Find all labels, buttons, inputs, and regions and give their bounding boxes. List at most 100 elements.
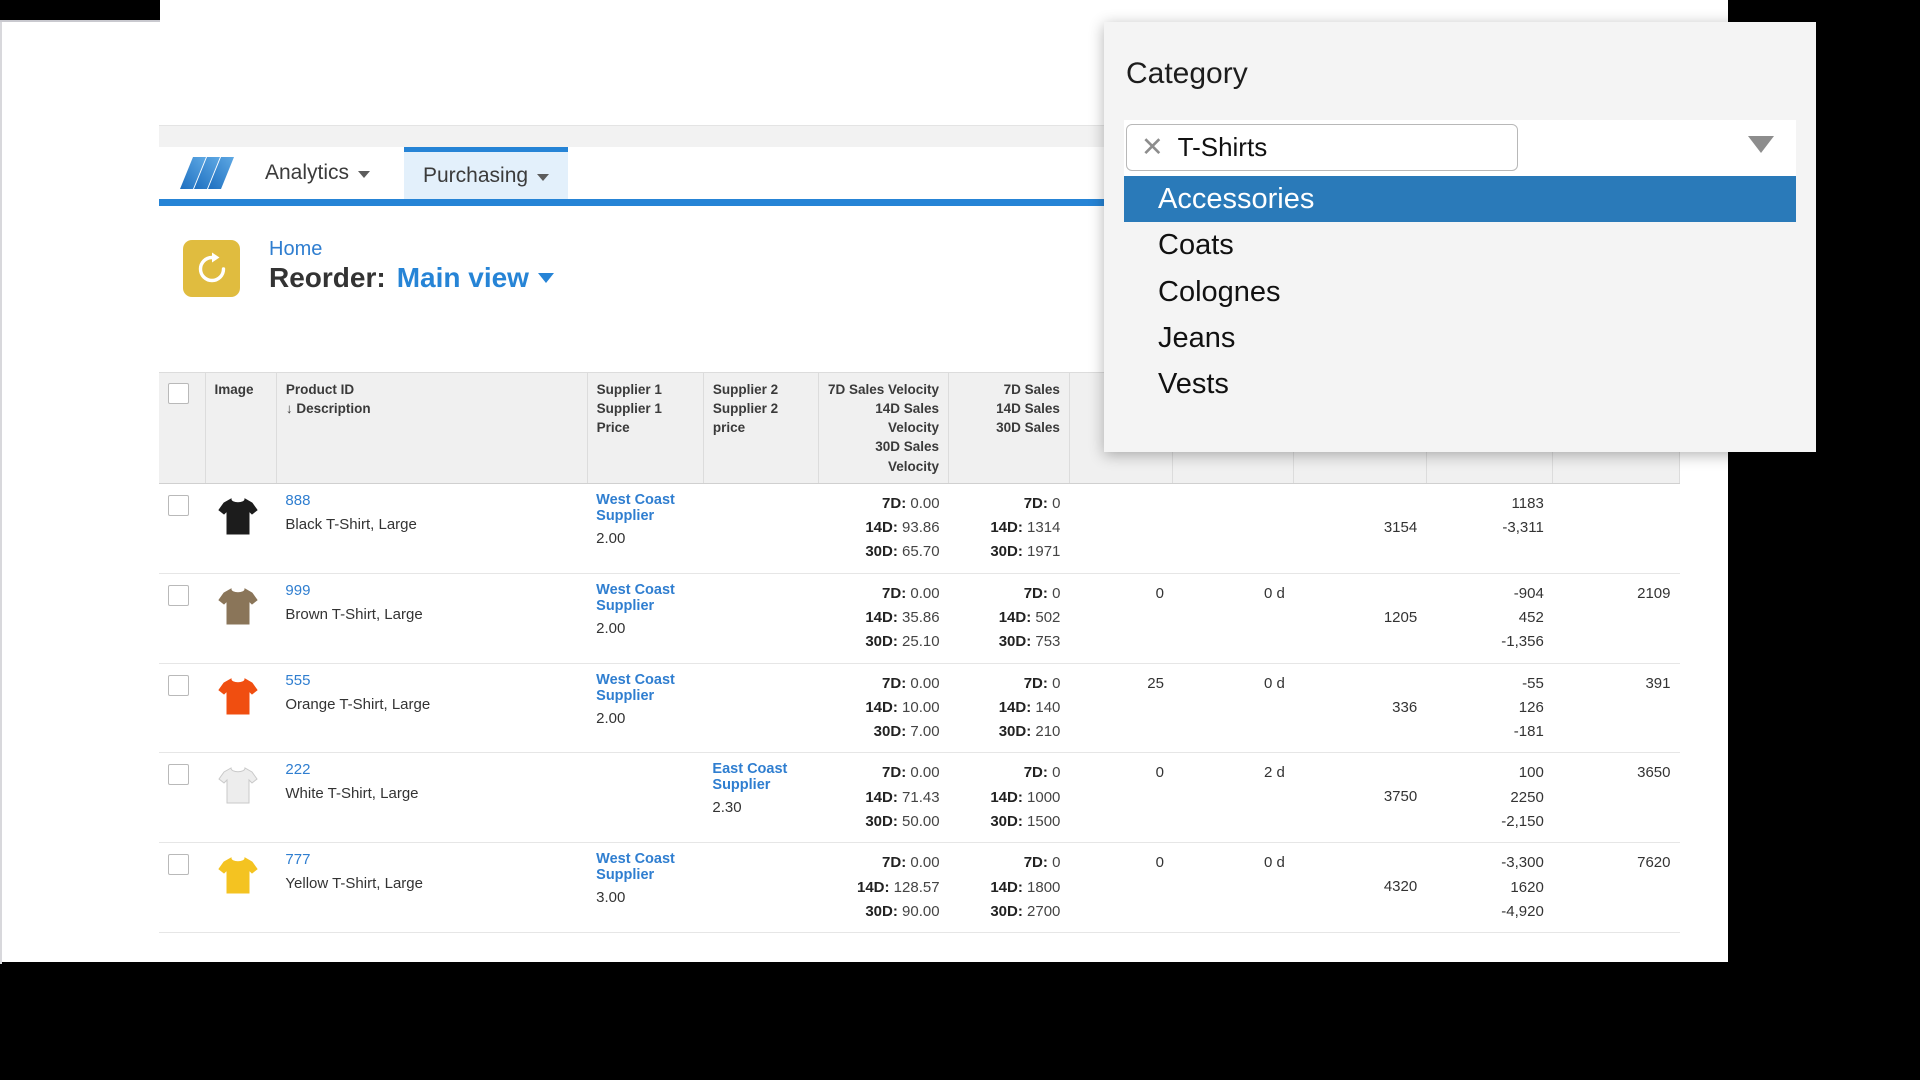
row-product-cell: 888 Black T-Shirt, Large: [276, 483, 588, 574]
product-id-link[interactable]: 888: [285, 492, 578, 509]
row-col-b-cell: 0 d: [1172, 842, 1294, 934]
velocity-30d: 30D: 50.00: [865, 813, 940, 831]
column-header-supplier2[interactable]: Supplier 2 Supplier 2 price: [703, 373, 820, 484]
category-option[interactable]: Colognes: [1124, 269, 1796, 315]
product-id-link[interactable]: 999: [285, 582, 578, 599]
sales-14d: 14D: 1314: [990, 519, 1061, 537]
supplier2-link[interactable]: East Coast Supplier: [712, 761, 809, 793]
category-option[interactable]: Coats: [1124, 222, 1796, 268]
col-d-value-2: 2250: [1510, 788, 1544, 806]
col-a-value: 0: [1155, 854, 1164, 872]
close-x-icon[interactable]: ✕: [1141, 134, 1164, 161]
category-option[interactable]: Vests: [1124, 361, 1796, 407]
velocity-14d: 14D: 71.43: [865, 788, 940, 806]
velocity-7d: 7D: 0.00: [882, 494, 940, 512]
sales-7d: 7D: 0: [1023, 674, 1061, 692]
row-checkbox[interactable]: [168, 494, 189, 516]
col-d-value-3: -181: [1513, 723, 1544, 741]
supplier1-link[interactable]: West Coast Supplier: [596, 492, 694, 524]
table-row[interactable]: 888 Black T-Shirt, Large West Coast Supp…: [159, 483, 1680, 574]
velocity-30d: 30D: 25.10: [865, 633, 940, 651]
view-selector[interactable]: Main view: [397, 262, 554, 294]
row-col-e-cell: 3650: [1552, 752, 1680, 844]
tshirt-icon: [214, 492, 267, 540]
category-token[interactable]: ✕ T-Shirts: [1126, 124, 1518, 171]
row-col-a-cell: [1069, 483, 1173, 574]
reorder-table: Image Product ID ↓ Description Supplier …: [159, 373, 1680, 934]
col-a-value: 25: [1147, 674, 1164, 692]
row-col-b-cell: 0 d: [1172, 573, 1294, 664]
velocity-14d: 14D: 10.00: [865, 698, 940, 716]
table-row[interactable]: 555 Orange T-Shirt, Large West Coast Sup…: [159, 663, 1680, 754]
row-supplier2-cell: [703, 663, 819, 754]
row-col-d-cell: 100 2250 -2,150: [1426, 752, 1553, 844]
view-selector-label: Main view: [396, 262, 529, 293]
col-c-value: 3154: [1383, 518, 1418, 536]
category-options-list: Accessories Coats Colognes Jeans Vests: [1124, 176, 1796, 407]
row-checkbox[interactable]: [168, 584, 189, 606]
column-header-supplier1[interactable]: Supplier 1 Supplier 1 Price: [587, 373, 704, 484]
row-checkbox[interactable]: [168, 674, 189, 696]
row-image-cell: [205, 573, 277, 664]
column-header-image[interactable]: Image: [205, 373, 277, 484]
tshirt-icon: [214, 672, 267, 720]
supplier1-link[interactable]: West Coast Supplier: [596, 851, 694, 883]
product-description: Yellow T-Shirt, Large: [285, 875, 423, 893]
table-row[interactable]: 777 Yellow T-Shirt, Large West Coast Sup…: [159, 842, 1680, 934]
product-description: White T-Shirt, Large: [285, 785, 419, 803]
row-col-b-cell: 2 d: [1172, 752, 1294, 844]
supplier1-link[interactable]: West Coast Supplier: [596, 582, 694, 614]
row-checkbox[interactable]: [168, 764, 189, 786]
row-col-c-cell: 3750: [1293, 752, 1427, 844]
velocity-30d: 30D: 90.00: [865, 902, 940, 920]
page-left-edge: [0, 22, 2, 964]
category-option[interactable]: Jeans: [1124, 315, 1796, 361]
category-select-control[interactable]: ✕ T-Shirts: [1124, 120, 1796, 176]
col-b-value: 2 d: [1263, 764, 1285, 782]
row-col-e-cell: 391: [1552, 663, 1680, 754]
row-col-c-cell: 336: [1293, 663, 1427, 754]
product-id-link[interactable]: 555: [285, 672, 578, 689]
nav-item-purchasing[interactable]: Purchasing: [404, 147, 569, 199]
row-supplier1-cell: West Coast Supplier 3.00: [587, 842, 704, 934]
column-header-supplier2-line2: Supplier 2 price: [712, 401, 779, 436]
select-all-checkbox[interactable]: [168, 383, 189, 404]
table-row[interactable]: 222 White T-Shirt, Large East Coast Supp…: [159, 752, 1680, 844]
col-d-value-1: 100: [1518, 764, 1544, 782]
supplier1-price: 2.00: [596, 709, 626, 727]
row-supplier2-cell: [703, 483, 819, 574]
velocity-7d: 7D: 0.00: [882, 764, 940, 782]
column-header-sales-line3: 30D Sales: [996, 420, 1060, 436]
nav-item-analytics-label: Analytics: [265, 161, 350, 184]
product-id-link[interactable]: 777: [285, 851, 578, 868]
row-col-e-cell: 2109: [1552, 573, 1680, 664]
nav-item-analytics[interactable]: Analytics: [246, 147, 389, 199]
supplier1-link[interactable]: West Coast Supplier: [596, 672, 694, 704]
caret-down-icon[interactable]: [1748, 136, 1774, 153]
row-col-b-cell: 0 d: [1172, 663, 1294, 754]
product-id-link[interactable]: 222: [285, 761, 578, 778]
product-description: Orange T-Shirt, Large: [285, 695, 431, 713]
sales-7d: 7D: 0: [1023, 854, 1061, 872]
row-col-d-cell: 1183 -3,311: [1426, 483, 1553, 574]
table-row[interactable]: 999 Brown T-Shirt, Large West Coast Supp…: [159, 573, 1680, 664]
row-product-cell: 777 Yellow T-Shirt, Large: [276, 842, 588, 934]
row-col-a-cell: 0: [1069, 842, 1173, 934]
sales-30d: 30D: 1971: [990, 543, 1061, 561]
sales-14d: 14D: 1800: [990, 878, 1061, 896]
velocity-7d: 7D: 0.00: [882, 674, 940, 692]
caret-down-icon: [537, 273, 554, 283]
column-header-sales-velocity[interactable]: 7D Sales Velocity 14D Sales Velocity 30D…: [818, 373, 950, 484]
column-header-sales[interactable]: 7D Sales 14D Sales 30D Sales: [948, 373, 1070, 484]
column-header-supplier1-line2: Supplier 1 Price: [596, 401, 662, 436]
tshirt-icon: [214, 582, 267, 630]
app-logo-icon[interactable]: [180, 157, 234, 189]
velocity-14d: 14D: 128.57: [856, 878, 940, 896]
breadcrumb[interactable]: Home: [269, 238, 322, 261]
category-option[interactable]: Accessories: [1124, 176, 1796, 223]
row-checkbox[interactable]: [168, 854, 189, 876]
chevron-down-icon: [537, 173, 550, 181]
velocity-14d: 14D: 93.86: [865, 519, 940, 537]
column-header-product[interactable]: Product ID ↓ Description: [276, 373, 588, 484]
sales-30d: 30D: 1500: [990, 813, 1061, 831]
